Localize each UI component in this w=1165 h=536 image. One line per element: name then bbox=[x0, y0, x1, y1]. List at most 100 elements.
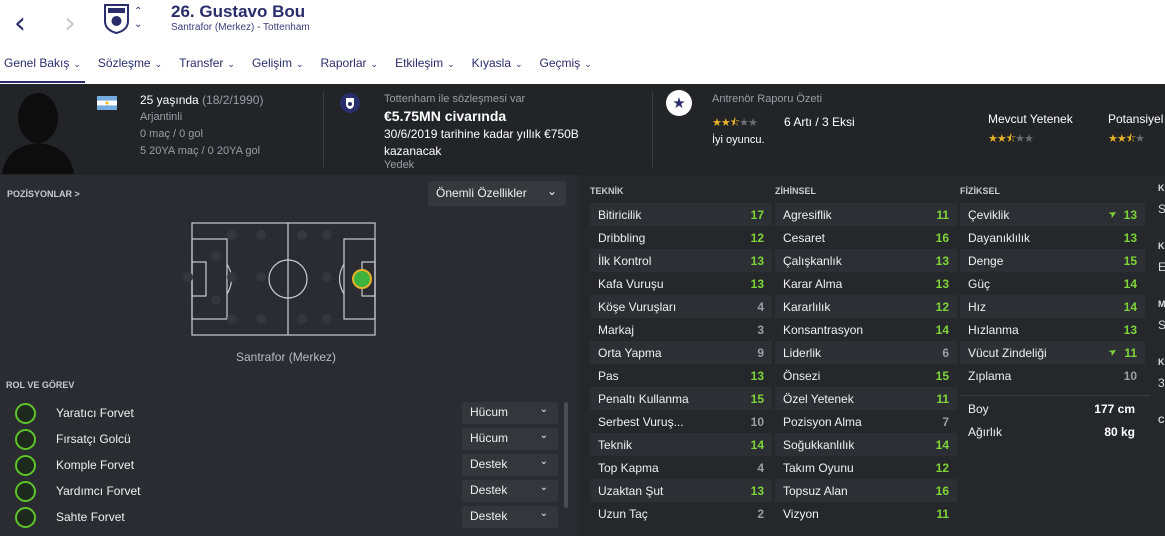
edge-text: S bbox=[1158, 202, 1165, 216]
physical-heading: FİZİKSEL bbox=[960, 186, 1000, 196]
u20-caps: 5 20YA maç / 0 20YA gol bbox=[140, 145, 261, 157]
attribute-name: Bitiricilik bbox=[598, 207, 642, 222]
attribute-row[interactable]: Dribbling 12 bbox=[590, 226, 772, 249]
attribute-value: 12 bbox=[935, 299, 949, 314]
back-arrow-icon[interactable]: ‹ bbox=[14, 6, 26, 41]
roles-scrollbar[interactable] bbox=[564, 402, 568, 508]
contract-header: Tottenham ile sözleşmesi var bbox=[384, 93, 526, 105]
attribute-row[interactable]: Topsuz Alan 16 bbox=[775, 479, 957, 502]
divider bbox=[652, 92, 653, 167]
attribute-name: Kararlılık bbox=[783, 299, 831, 314]
duty-dropdown[interactable]: Hücum ⌄ bbox=[462, 402, 558, 424]
attribute-row[interactable]: Markaj 3 bbox=[590, 318, 772, 341]
attribute-row[interactable]: Soğukkanlılık 14 bbox=[775, 433, 957, 456]
duty-dropdown[interactable]: Hücum ⌄ bbox=[462, 428, 558, 450]
player-dob: (18/2/1990) bbox=[202, 93, 264, 107]
attribute-row[interactable]: Teknik 14 bbox=[590, 433, 772, 456]
potential-stars: ★★⯪★ bbox=[1108, 132, 1145, 145]
contract-wage: 30/6/2019 tarihine kadar yıllık €750B ka… bbox=[384, 127, 579, 158]
attribute-row[interactable]: Güç 14 bbox=[960, 272, 1145, 295]
attribute-row[interactable]: Bitiricilik 17 bbox=[590, 203, 772, 226]
attribute-value: 6 bbox=[942, 345, 949, 360]
role-row[interactable]: Yaratıcı Forvet Hücum ⌄ bbox=[0, 400, 565, 426]
attribute-value: 15 bbox=[1123, 253, 1137, 268]
attribute-name: Soğukkanlılık bbox=[783, 437, 855, 452]
current-ability-stars: ★★⯪★★ bbox=[988, 132, 1034, 145]
role-row[interactable]: Komple Forvet Destek ⌄ bbox=[0, 452, 565, 478]
chevron-down-icon: ⌄ bbox=[546, 184, 557, 198]
attribute-row[interactable]: Takım Oyunu 12 bbox=[775, 456, 957, 479]
player-age: 25 yaşında bbox=[140, 93, 199, 107]
attribute-row[interactable]: Kararlılık 12 bbox=[775, 295, 957, 318]
chevron-down-icon: ⌄ bbox=[539, 508, 548, 519]
attribute-row[interactable]: Pas 13 bbox=[590, 364, 772, 387]
attribute-row[interactable]: Agresiflik 11 bbox=[775, 203, 957, 226]
technical-heading: TEKNİK bbox=[590, 186, 624, 196]
height-value: 177 cm bbox=[1094, 401, 1135, 416]
forward-arrow-icon[interactable]: › bbox=[64, 6, 76, 41]
positions-heading[interactable]: POZİSYONLAR > bbox=[7, 189, 80, 199]
attribute-row[interactable]: Uzun Taç 2 bbox=[590, 502, 772, 525]
attribute-row[interactable]: Dayanıklılık 13 bbox=[960, 226, 1145, 249]
attribute-row[interactable]: Zıplama 10 bbox=[960, 364, 1145, 387]
attribute-value: 11 bbox=[936, 391, 949, 406]
duty-dropdown[interactable]: Destek ⌄ bbox=[462, 454, 558, 476]
role-row[interactable]: Fırsatçı Golcü Hücum ⌄ bbox=[0, 426, 565, 452]
tab-overview[interactable]: Genel Bakış ⌄ bbox=[0, 54, 85, 83]
tab-development[interactable]: Gelişim ⌄ bbox=[248, 54, 308, 76]
role-row[interactable]: Sahte Forvet Destek ⌄ bbox=[0, 504, 565, 530]
edge-text: C bbox=[1158, 415, 1165, 425]
attribute-row[interactable]: Vizyon 11 bbox=[775, 502, 957, 525]
attribute-row[interactable]: Pozisyon Alma 7 bbox=[775, 410, 957, 433]
attribute-name: Karar Alma bbox=[783, 276, 843, 291]
attribute-row[interactable]: Cesaret 16 bbox=[775, 226, 957, 249]
attribute-row[interactable]: Önsezi 15 bbox=[775, 364, 957, 387]
attribute-value: 13 bbox=[1123, 230, 1137, 245]
attribute-name: Vücut Zindeliği bbox=[968, 345, 1047, 360]
attribute-row[interactable]: Köşe Vuruşları 4 bbox=[590, 295, 772, 318]
tab-transfer[interactable]: Transfer ⌄ bbox=[175, 54, 239, 76]
player-switch-arrows[interactable]: ⌃ ⌄ bbox=[134, 5, 142, 31]
attribute-row[interactable]: Serbest Vuruş... 10 bbox=[590, 410, 772, 433]
attribute-row[interactable]: İlk Kontrol 13 bbox=[590, 249, 772, 272]
attribute-row[interactable]: Penaltı Kullanma 15 bbox=[590, 387, 772, 410]
attribute-value: 13 bbox=[750, 253, 764, 268]
tab-contract[interactable]: Sözleşme ⌄ bbox=[94, 54, 166, 76]
attribute-value: 13 bbox=[1123, 207, 1137, 222]
attribute-row[interactable]: Liderlik 6 bbox=[775, 341, 957, 364]
attribute-row[interactable]: Hızlanma 13 bbox=[960, 318, 1145, 341]
attribute-row[interactable]: Karar Alma 13 bbox=[775, 272, 957, 295]
chevron-down-icon: ⌄ bbox=[539, 430, 548, 441]
role-row[interactable]: Yardımcı Forvet Destek ⌄ bbox=[0, 478, 565, 504]
attribute-name: Serbest Vuruş... bbox=[598, 414, 684, 429]
chevron-down-icon: ⌄ bbox=[539, 404, 548, 415]
attribute-name: Cesaret bbox=[783, 230, 826, 245]
attribute-row[interactable]: Konsantrasyon 14 bbox=[775, 318, 957, 341]
attribute-row[interactable]: Vücut Zindeliği ➤ 11 bbox=[960, 341, 1145, 364]
attribute-row[interactable]: Çalışkanlık 13 bbox=[775, 249, 957, 272]
position-label: Santrafor (Merkez) bbox=[236, 350, 337, 364]
attribute-row[interactable]: Çeviklik ➤ 13 bbox=[960, 203, 1145, 226]
tab-interaction[interactable]: Etkileşim ⌄ bbox=[391, 54, 459, 76]
attribute-value: 4 bbox=[757, 460, 764, 475]
player-subtitle[interactable]: Santrafor (Merkez) - Tottenham bbox=[171, 22, 310, 33]
key-attributes-dropdown[interactable]: Önemli Özellikler ⌄ bbox=[428, 181, 566, 206]
attribute-row[interactable]: Orta Yapma 9 bbox=[590, 341, 772, 364]
report-title[interactable]: Antrenör Raporu Özeti bbox=[712, 93, 822, 105]
tab-reports[interactable]: Raporlar ⌄ bbox=[317, 54, 383, 76]
duty-dropdown[interactable]: Destek ⌄ bbox=[462, 480, 558, 502]
attribute-row[interactable]: Özel Yetenek 11 bbox=[775, 387, 957, 410]
attribute-value: 7 bbox=[942, 414, 949, 429]
attribute-row[interactable]: Denge 15 bbox=[960, 249, 1145, 272]
tab-history[interactable]: Geçmiş ⌄ bbox=[536, 54, 596, 76]
attribute-row[interactable]: Kafa Vuruşu 13 bbox=[590, 272, 772, 295]
duty-dropdown[interactable]: Destek ⌄ bbox=[462, 506, 558, 528]
attribute-value: 16 bbox=[935, 483, 949, 498]
tab-compare[interactable]: Kıyasla ⌄ bbox=[468, 54, 527, 76]
attribute-row[interactable]: Hız 14 bbox=[960, 295, 1145, 318]
chevron-down-icon: ⌄ bbox=[539, 482, 548, 493]
player-header: ‹ › ⌃ ⌄ 26. Gustavo Bou Santrafor (Merkez… bbox=[0, 0, 1165, 84]
attribute-row[interactable]: Uzaktan Şut 13 bbox=[590, 479, 772, 502]
attribute-row[interactable]: Top Kapma 4 bbox=[590, 456, 772, 479]
attribute-name: Orta Yapma bbox=[598, 345, 662, 360]
